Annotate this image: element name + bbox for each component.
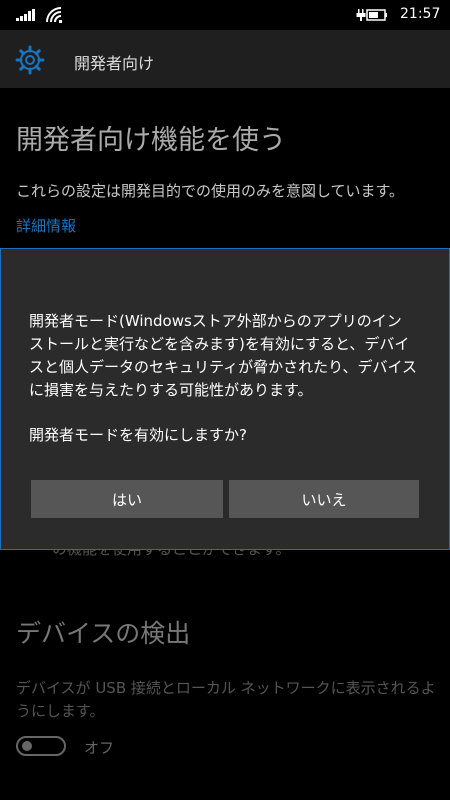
gear-icon <box>15 45 45 75</box>
confirm-dialog: 開発者モード(Windowsストア外部からのアプリのイン ストールと実行などを含… <box>0 248 450 550</box>
toggle-state-label: オフ <box>84 739 115 757</box>
yes-button[interactable]: はい <box>31 480 223 518</box>
dialog-message-line: スと個人データのセキュリティが脅かされたり、デバイス <box>29 358 418 376</box>
clock-time: 21:57 <box>400 6 441 22</box>
screen: 21:57 開発者向け 開発者向け機能を使う これらの設定は開発目的での使用のみ… <box>0 0 450 800</box>
more-info-link[interactable]: 詳細情報 <box>16 215 76 236</box>
status-bar: 21:57 <box>0 0 450 30</box>
charging-plug-icon <box>356 9 366 21</box>
device-discovery-heading: デバイスの検出 <box>16 619 191 648</box>
dialog-message: 開発者モード(Windowsストア外部からのアプリのイン ストールと実行などを含… <box>29 310 424 402</box>
section-heading: 開発者向け機能を使う <box>16 125 286 156</box>
dialog-message-line: に損害を与えたりする可能性があります。 <box>29 381 313 399</box>
device-discovery-description: デバイスが USB 接続とローカル ネットワークに表示されるようにします。 <box>16 679 436 720</box>
device-discovery-toggle[interactable] <box>16 736 66 756</box>
no-button[interactable]: いいえ <box>229 480 419 518</box>
section-description: これらの設定は開発目的での使用のみを意図しています。 <box>16 182 405 200</box>
toggle-knob <box>22 741 32 751</box>
page-title: 開発者向け <box>74 54 155 73</box>
dialog-message-line: 開発者モード(Windowsストア外部からのアプリのイン <box>29 312 402 330</box>
cellular-signal-icon <box>16 9 35 21</box>
dialog-message-line: ストールと実行などを含みます)を有効にすると、デバイ <box>29 335 410 353</box>
battery-icon <box>366 9 387 21</box>
wifi-icon <box>46 7 62 23</box>
dialog-question: 開発者モードを有効にしますか? <box>29 426 247 444</box>
page-header: 開発者向け <box>0 30 450 88</box>
